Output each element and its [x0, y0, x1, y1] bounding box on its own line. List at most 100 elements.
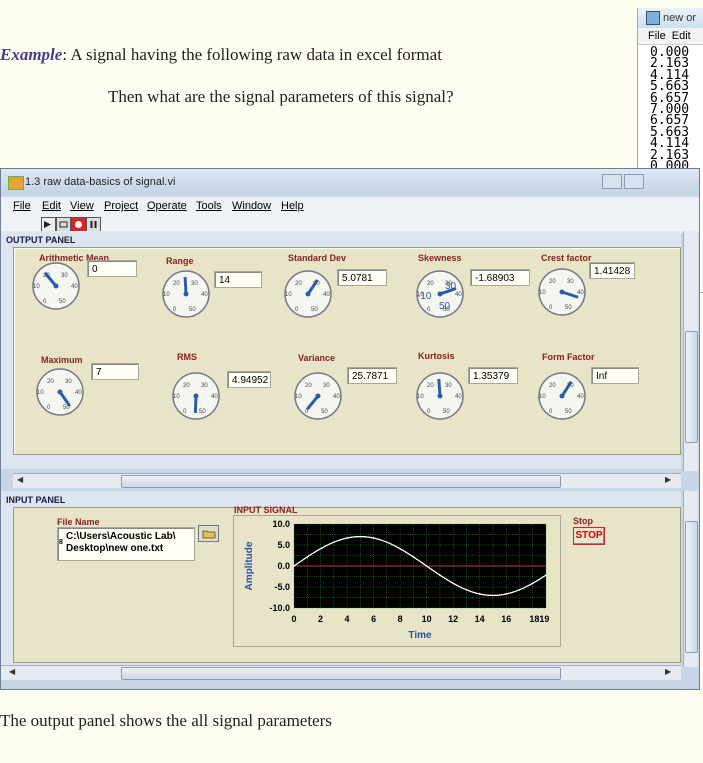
data-point [465, 588, 468, 591]
chart-svg: 10.0 5.0 0.0 -5.0 -10.00 2 4 6 8 10 12 14 16 1819 Time… [244, 519, 549, 641]
data-point [306, 556, 309, 558]
menu-tools[interactable]: Tools [196, 200, 222, 212]
y-tick-label: 0.0 [277, 561, 290, 571]
indicator-value: 14 [214, 271, 262, 288]
gauge-tick-label: 50 [321, 409, 328, 415]
data-point [319, 547, 322, 550]
notepad-menu-file[interactable]: File [648, 30, 666, 42]
gauge-tick-label: 20 [305, 383, 312, 389]
gauge-tick-label: 50 [311, 307, 318, 313]
x-tick-label: 6 [371, 614, 376, 624]
input-panel-vscrollbar[interactable] [683, 491, 698, 667]
gauge-tick-label: 20 [549, 383, 556, 389]
gauge-tick-label: 10 [33, 284, 40, 290]
data-point [439, 574, 441, 576]
x-tick-label: 2 [318, 614, 323, 624]
indicator-value: 4.94952 [227, 371, 271, 388]
indicator-value: 7 [91, 363, 139, 380]
gauge-dial: 20 3010 400 50 [172, 372, 220, 420]
indicator-value: Inf [591, 367, 639, 384]
notepad-menu-edit[interactable]: Edit [672, 30, 691, 42]
gauge-dial: 20 3010 400 50 [284, 270, 332, 318]
scroll-left-icon[interactable]: ◀ [17, 475, 23, 484]
example-label: Example [0, 45, 63, 64]
indicator-label: Kurtosis [418, 351, 455, 361]
path-prefix: 8 [59, 539, 63, 546]
folder-icon [202, 530, 215, 538]
gauge-tick-label: 20 [295, 281, 302, 287]
gauge-tick-label: 20 [43, 273, 50, 279]
menu-project[interactable]: Project [104, 200, 138, 212]
menu-help[interactable]: Help [281, 200, 304, 212]
input-vscroll-thumb[interactable] [685, 521, 698, 653]
gauge-tick-label: 50 [565, 409, 572, 415]
indicator-label: Crest factor [541, 253, 592, 263]
pause-icon[interactable] [86, 217, 101, 232]
gauge-tick-label: 10 [539, 290, 546, 296]
x-tick-label: 0 [291, 614, 296, 624]
gauge-tick-label: 10 [173, 394, 180, 400]
data-point [412, 556, 415, 558]
gauge-big-label: 30 [445, 281, 457, 292]
gauge-tick-label: 10 [37, 390, 44, 396]
data-point [399, 547, 401, 550]
data-point [359, 535, 362, 538]
gauge-tick-label: 30 [191, 281, 198, 287]
data-point [518, 588, 521, 591]
gauge-tick-label: 40 [201, 292, 208, 298]
output-panel: OUTPUT PANEL Arithmetic Mean 0 20 30 10 40 0 50… [1, 231, 681, 469]
indicator-value: 0 [87, 260, 137, 277]
file-name-label: File Name [57, 517, 100, 527]
gauge-tick-label: 40 [455, 292, 462, 298]
browse-folder-button[interactable] [198, 525, 219, 542]
scroll-left-icon[interactable]: ◀ [9, 667, 15, 676]
output-vscroll-thumb[interactable] [685, 331, 698, 443]
menu-operate[interactable]: Operate [147, 200, 187, 212]
labview-window: 1.3 raw data-basics of signal.vi File Ed… [0, 168, 700, 690]
gauge-tick-label: 30 [445, 383, 452, 389]
gauge-tick-label: 50 [443, 409, 450, 415]
menu-window[interactable]: Window [232, 200, 271, 212]
file-path-line1: C:\Users\Acoustic Lab\ [66, 531, 176, 542]
gauge-tick-label: 20 [427, 281, 434, 287]
output-panel-hscrollbar[interactable]: ◀ ▶ [13, 473, 681, 488]
indicator-label: Standard Dev [288, 253, 347, 263]
file-path-line2: Desktop\new one.txt [66, 543, 164, 554]
menu-file[interactable]: File [13, 200, 31, 212]
indicator-label: Variance [298, 353, 336, 363]
input-signal-chart: INPUT SIGNAL 10.0 5.0 0.0 -5.0 -10.0 0 2 4 6 8 10 1… [233, 505, 561, 647]
gauge-tick-label: 30 [313, 281, 320, 287]
minimize-button[interactable] [602, 174, 622, 189]
gauge-tick-label: 40 [577, 290, 584, 296]
x-tick-label: 10 [422, 614, 432, 624]
menu-view[interactable]: View [70, 200, 94, 212]
output-panel-vscrollbar[interactable] [683, 231, 698, 471]
run-continuously-icon[interactable] [56, 217, 71, 232]
x-tick-label: 14 [475, 614, 485, 624]
maximize-button[interactable] [624, 174, 644, 189]
scroll-right-icon[interactable]: ▶ [665, 667, 671, 676]
stop-button[interactable]: STOP [573, 527, 605, 545]
menu-bar: File Edit View Project Operate Tools Win… [1, 197, 699, 215]
x-tick-label: 1819 [529, 614, 549, 624]
data-point [425, 565, 428, 567]
gauge-tick-label: 40 [75, 390, 82, 396]
input-hscroll-thumb[interactable] [121, 667, 561, 680]
output-hscroll-thumb[interactable] [121, 475, 561, 488]
gauge-tick-label: 30 [323, 383, 330, 389]
gauge-tick-label: 50 [63, 405, 70, 411]
gauge-dial: 20 3010 400 5030-1050 [416, 270, 464, 318]
gauge-tick-label: 20 [427, 383, 434, 389]
notepad-menubar: File Edit [638, 28, 703, 45]
run-arrow-icon[interactable] [41, 217, 56, 232]
file-path-control[interactable]: 8 C:\Users\Acoustic Lab\ Desktop\new one… [57, 527, 195, 561]
input-panel-hscrollbar[interactable]: ◀ ▶ [1, 665, 681, 680]
abort-stop-icon[interactable] [71, 217, 86, 232]
menu-edit[interactable]: Edit [42, 200, 61, 212]
gauge-tick-label: 20 [47, 379, 54, 385]
scroll-right-icon[interactable]: ▶ [665, 475, 671, 484]
gauge-tick-label: 50 [565, 305, 572, 311]
indicator-label: Range [166, 256, 194, 266]
gauge-tick-label: 10 [285, 292, 292, 298]
gauge-dial: 20 3010 400 50 [294, 372, 342, 420]
